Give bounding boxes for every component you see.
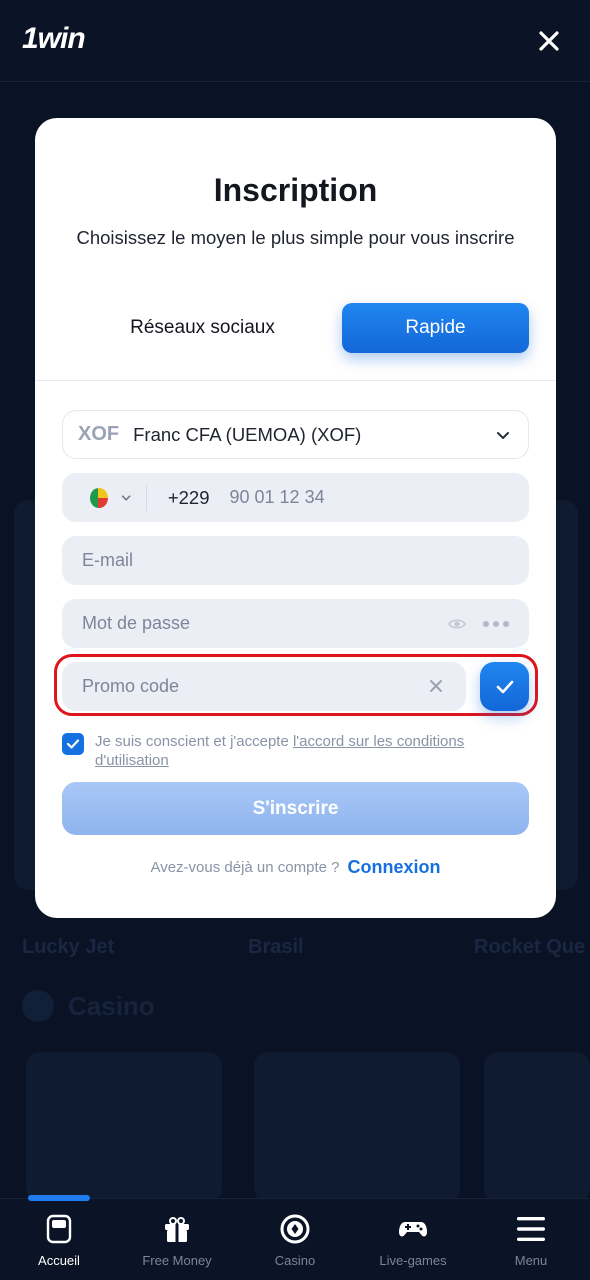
password-field	[62, 599, 529, 648]
promo-field	[62, 662, 466, 711]
nav-item-live-games[interactable]: Live-games	[354, 1213, 472, 1268]
clear-icon[interactable]	[428, 678, 444, 694]
password-input[interactable]	[82, 613, 422, 634]
email-input[interactable]	[82, 550, 422, 571]
casino-chip-icon	[280, 1214, 310, 1244]
signup-button[interactable]: S'inscrire	[62, 782, 529, 835]
benin-flag-icon[interactable]	[90, 487, 108, 508]
terms-row: Je suis conscient et j'accepte l'accord …	[62, 732, 529, 770]
login-link[interactable]: Connexion	[348, 857, 441, 878]
nav-label: Casino	[274, 1253, 316, 1268]
promo-apply-button[interactable]	[480, 662, 529, 711]
nav-label: Free Money	[142, 1253, 212, 1268]
terms-checkbox[interactable]	[62, 733, 84, 755]
login-row: Avez-vous déjà un compte ? Connexion	[35, 857, 556, 878]
promo-input[interactable]	[82, 676, 402, 697]
nav-item-casino[interactable]: Casino	[236, 1213, 354, 1268]
nav-item-accueil[interactable]: Accueil	[0, 1213, 118, 1268]
nav-label: Menu	[514, 1253, 548, 1268]
menu-icon	[517, 1217, 545, 1241]
modal-title: Inscription	[213, 172, 378, 208]
phone-prefix: +229	[167, 486, 210, 508]
email-field	[62, 536, 529, 585]
phone-input[interactable]	[229, 487, 529, 508]
password-generate-icon[interactable]	[483, 621, 509, 627]
active-tab-indicator	[28, 1195, 90, 1201]
modal-content: Inscription Choisissez le moyen le plus …	[35, 0, 556, 1280]
home-icon	[46, 1214, 72, 1244]
divider	[35, 380, 556, 381]
nav-label: Live-games	[379, 1253, 447, 1268]
phone-field: +229	[62, 473, 529, 522]
login-question: Avez-vous déjà un compte ?	[150, 859, 340, 876]
modal-subtitle: Choisissez le moyen le plus simple pour …	[76, 227, 515, 248]
nav-label: Accueil	[38, 1253, 80, 1268]
chevron-down-icon[interactable]	[120, 491, 132, 505]
nav-item-menu[interactable]: Menu	[472, 1213, 590, 1268]
bottom-nav: Accueil Free Money Casino Live-games Men…	[0, 1195, 590, 1280]
currency-select[interactable]: XOF Franc CFA (UEMOA) (XOF)	[62, 410, 529, 459]
currency-name: Franc CFA (UEMOA) (XOF)	[133, 423, 362, 445]
phone-separator	[145, 484, 147, 511]
currency-code: XOF	[78, 423, 120, 445]
gamepad-icon	[399, 1222, 427, 1237]
eye-icon[interactable]	[447, 614, 467, 634]
checkmark-icon	[496, 680, 513, 693]
tab-social-networks[interactable]: Réseaux sociaux	[95, 303, 310, 353]
gift-icon	[165, 1217, 189, 1242]
terms-label: Je suis conscient et j'accepte	[95, 733, 293, 750]
nav-item-free-money[interactable]: Free Money	[118, 1213, 236, 1268]
chevron-down-icon	[497, 432, 509, 439]
tab-quick[interactable]: Rapide	[342, 303, 529, 353]
terms-text: Je suis conscient et j'accepte l'accord …	[95, 732, 529, 770]
registration-tabs: Réseaux sociaux Rapide	[35, 303, 556, 353]
checkmark-icon	[66, 739, 80, 749]
